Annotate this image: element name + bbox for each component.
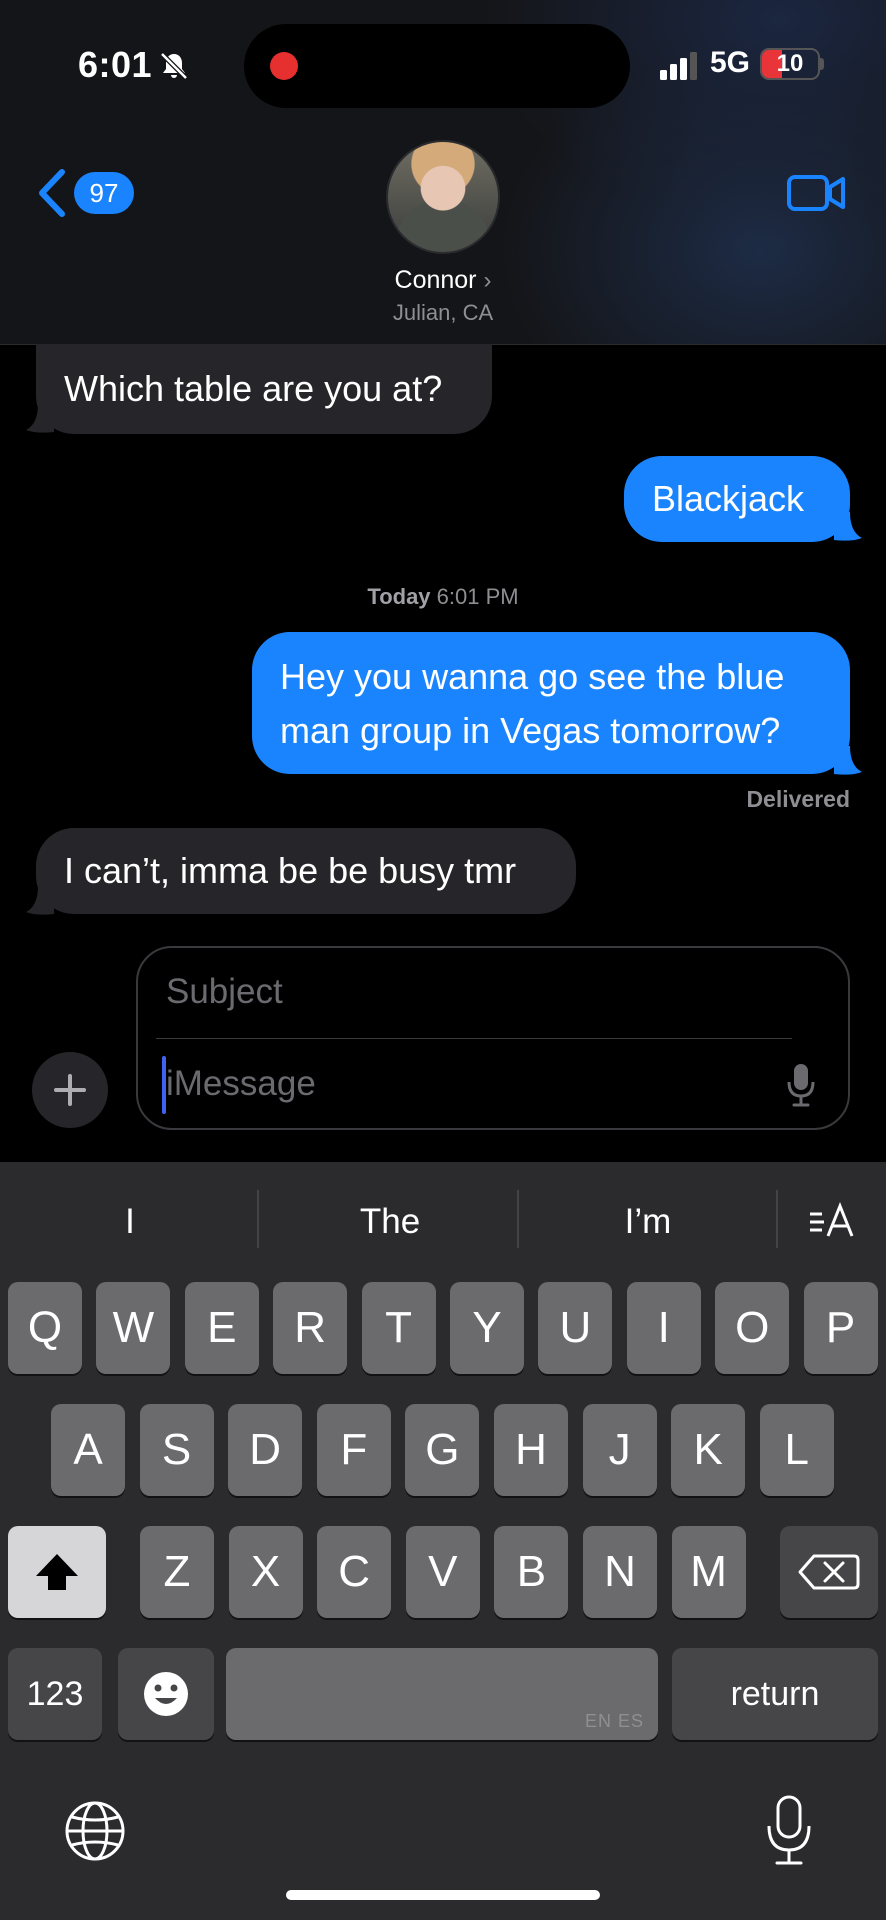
emoji-key[interactable]: [118, 1648, 214, 1740]
key-h[interactable]: H: [494, 1404, 568, 1496]
shift-arrow-icon: [36, 1554, 78, 1590]
chevron-right-icon: ›: [483, 267, 492, 294]
bubble-tail: [834, 746, 862, 775]
contact-name-row[interactable]: Connor ›: [343, 266, 543, 295]
contact-avatar[interactable]: [386, 140, 500, 254]
key-m[interactable]: M: [671, 1526, 746, 1618]
key-n[interactable]: N: [583, 1526, 657, 1618]
text-format-icon[interactable]: [796, 1192, 868, 1252]
message-input[interactable]: iMessage: [166, 1064, 316, 1104]
recording-indicator: [270, 52, 298, 80]
message-bubble-outgoing[interactable]: Hey you wanna go see the blue man group …: [252, 632, 850, 774]
suggestion-divider: [257, 1190, 259, 1248]
key-p[interactable]: P: [803, 1282, 878, 1374]
bubble-tail: [26, 886, 54, 915]
bubble-tail: [26, 404, 54, 433]
backspace-icon: [798, 1554, 860, 1590]
unread-count-badge[interactable]: 97: [74, 172, 134, 214]
keyboard-language-label: EN ES: [584, 1711, 644, 1731]
key-z[interactable]: Z: [140, 1526, 214, 1618]
key-a[interactable]: A: [51, 1404, 125, 1496]
key-g[interactable]: G: [405, 1404, 480, 1496]
key-b[interactable]: B: [494, 1526, 569, 1618]
key-j[interactable]: J: [582, 1404, 657, 1496]
message-bubble-incoming[interactable]: Which table are you at?: [36, 344, 492, 434]
shift-key[interactable]: [8, 1526, 106, 1618]
message-bubble-outgoing[interactable]: Blackjack: [624, 456, 850, 542]
contact-name: Connor: [394, 266, 477, 294]
key-u[interactable]: U: [538, 1282, 613, 1374]
key-l[interactable]: L: [759, 1404, 834, 1496]
key-q[interactable]: Q: [8, 1282, 82, 1374]
return-key[interactable]: return: [672, 1648, 878, 1740]
delete-key[interactable]: [780, 1526, 878, 1618]
battery-percent: 10: [776, 50, 804, 77]
key-d[interactable]: D: [228, 1404, 303, 1496]
delivered-status: Delivered: [746, 786, 850, 812]
status-time: 6:01: [78, 44, 153, 85]
key-w[interactable]: W: [96, 1282, 171, 1374]
message-timestamp: Today 6:01 PM: [0, 584, 886, 610]
key-x[interactable]: X: [228, 1526, 303, 1618]
key-k[interactable]: K: [671, 1404, 746, 1496]
suggestion-divider: [517, 1190, 519, 1248]
key-c[interactable]: C: [317, 1526, 392, 1618]
timestamp-day: Today: [367, 584, 431, 609]
key-o[interactable]: O: [715, 1282, 790, 1374]
key-r[interactable]: R: [273, 1282, 348, 1374]
suggestion-2[interactable]: The: [290, 1192, 490, 1252]
dictation-mic-icon[interactable]: [786, 1062, 816, 1108]
globe-icon[interactable]: [62, 1798, 128, 1864]
home-indicator[interactable]: [286, 1890, 600, 1900]
key-s[interactable]: S: [139, 1404, 214, 1496]
contact-location: Julian, CA: [392, 300, 494, 325]
suggestion-divider: [776, 1190, 778, 1248]
bell-muted-icon: [160, 52, 188, 80]
suggestion-3[interactable]: I’m: [548, 1192, 748, 1252]
video-call-icon[interactable]: [786, 172, 846, 214]
message-bubble-incoming[interactable]: I can’t, imma be be busy tmr: [36, 828, 576, 914]
apps-plus-button[interactable]: [32, 1052, 108, 1128]
bubble-tail: [834, 512, 862, 541]
suggestion-1[interactable]: I: [30, 1192, 230, 1252]
compose-divider: [156, 1038, 792, 1039]
timestamp-time: 6:01 PM: [436, 584, 519, 609]
message-line: man group in Vegas tomorrow?: [280, 710, 781, 751]
network-type: 5G: [710, 46, 751, 79]
subject-field[interactable]: Subject: [166, 972, 283, 1012]
emoji-icon: [144, 1672, 188, 1716]
message-line: Hey you wanna go see the blue: [280, 656, 785, 697]
space-bar[interactable]: EN ES: [226, 1648, 658, 1740]
dynamic-island[interactable]: [244, 24, 630, 108]
key-e[interactable]: E: [184, 1282, 259, 1374]
key-t[interactable]: T: [361, 1282, 436, 1374]
battery-cap: [820, 58, 824, 70]
key-y[interactable]: Y: [450, 1282, 524, 1374]
cellular-signal-icon: [660, 52, 697, 80]
key-v[interactable]: V: [405, 1526, 480, 1618]
numbers-key[interactable]: 123: [8, 1648, 102, 1740]
key-i[interactable]: I: [626, 1282, 701, 1374]
back-chevron-icon[interactable]: [36, 168, 68, 218]
key-f[interactable]: F: [316, 1404, 391, 1496]
microphone-icon[interactable]: [764, 1794, 814, 1866]
plus-icon: [54, 1074, 86, 1106]
